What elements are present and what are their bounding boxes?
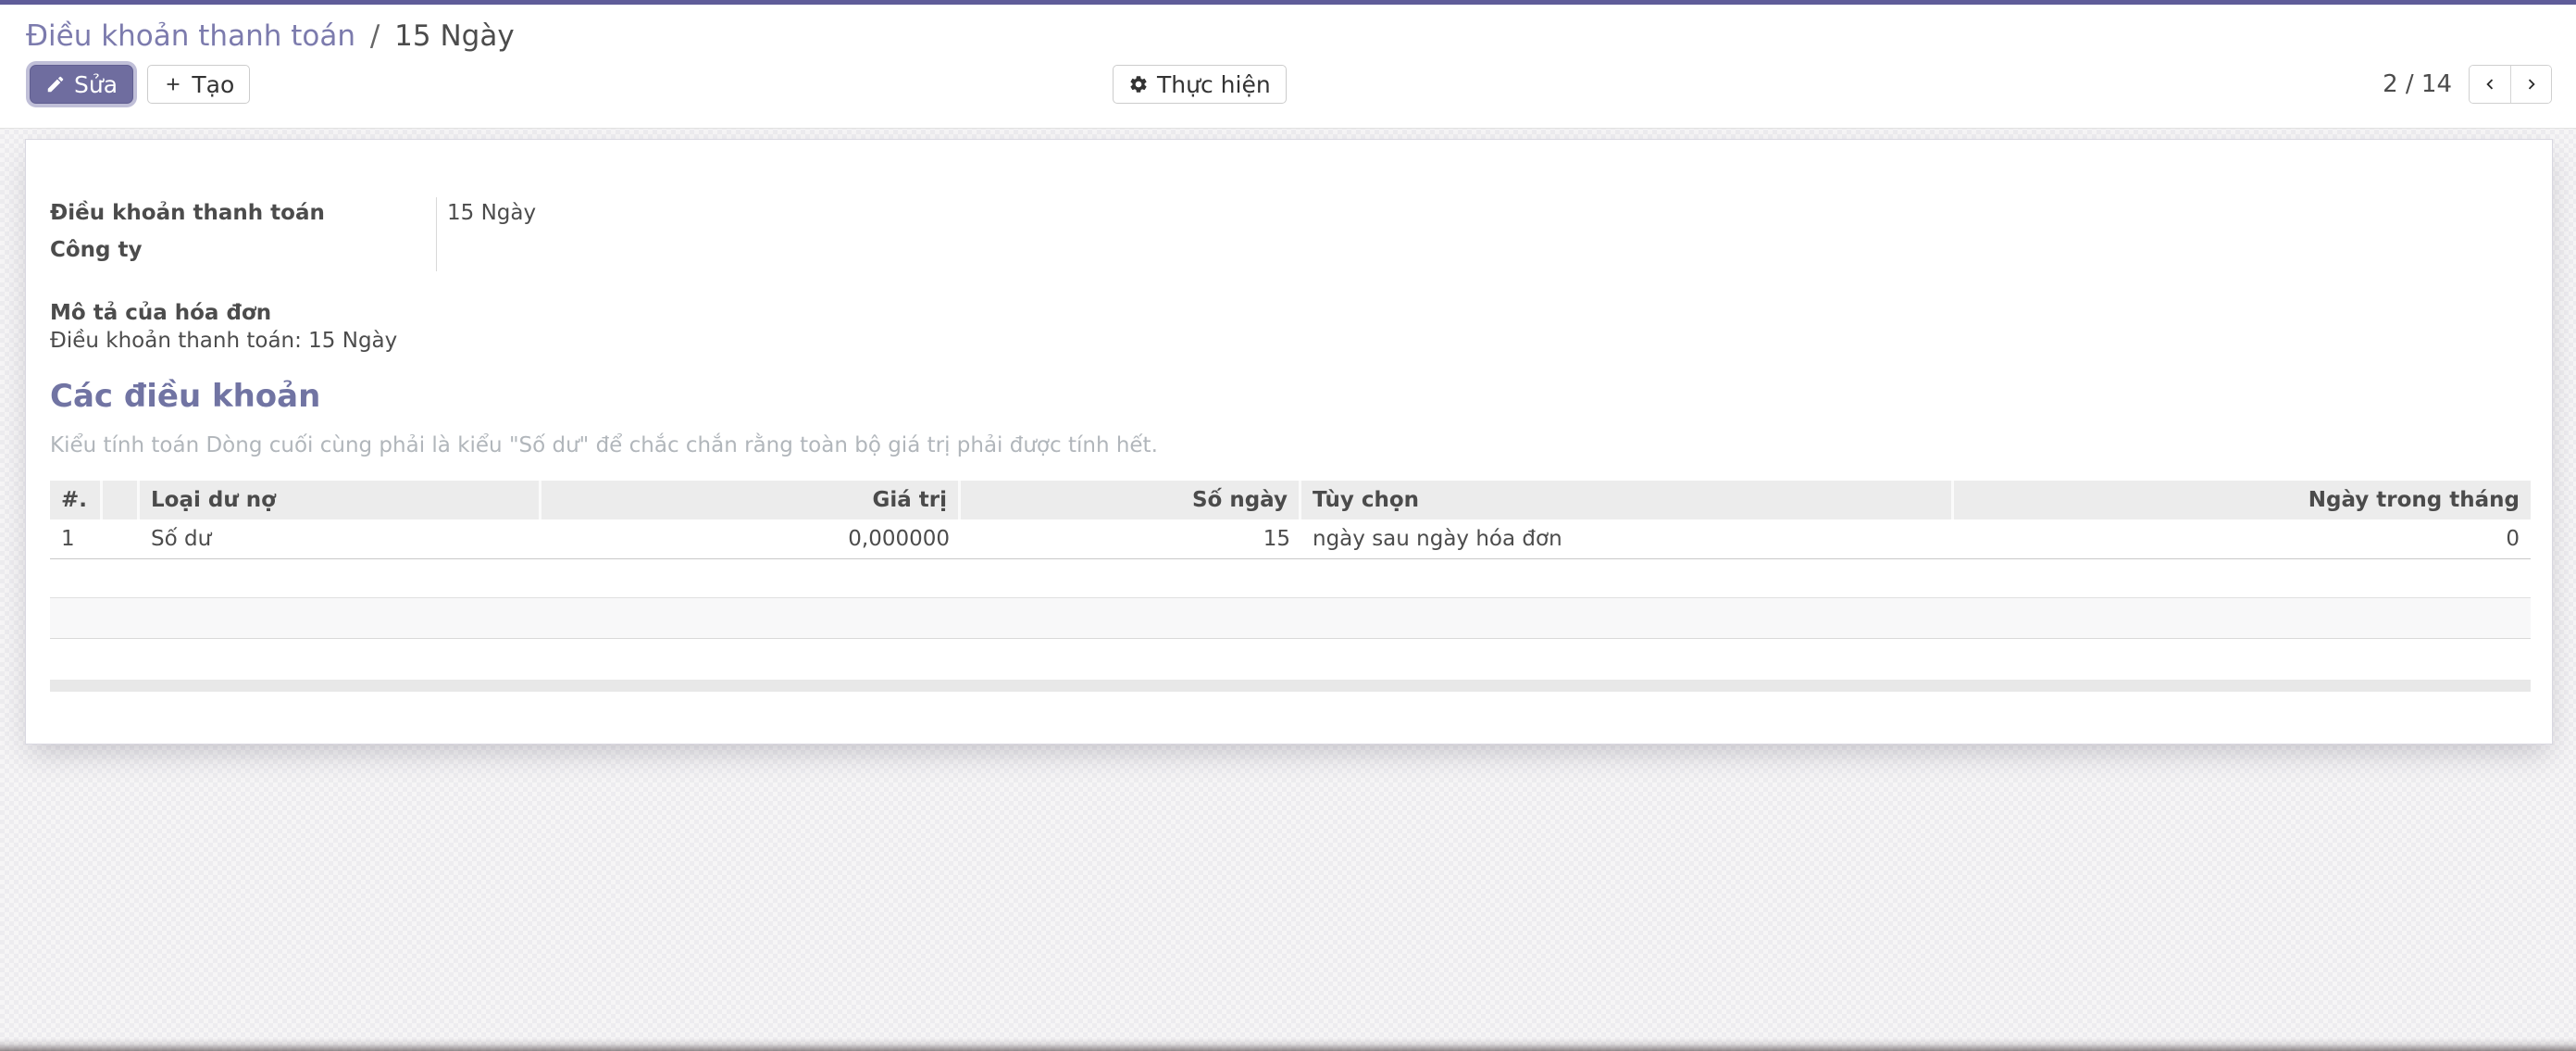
breadcrumb-link-payment-terms[interactable]: Điều khoản thanh toán	[26, 19, 355, 53]
invoice-description-block: Mô tả của hóa đơn Điều khoản thanh toán:…	[50, 299, 2529, 355]
field-group: Điều khoản thanh toán 15 Ngày Công ty	[50, 197, 2529, 271]
action-button[interactable]: Thực hiện	[1113, 65, 1287, 104]
pager-next-button[interactable]	[2510, 66, 2551, 103]
field-label-company: Công ty	[50, 234, 436, 271]
chevron-left-icon	[2480, 74, 2500, 94]
pager-prev-button[interactable]	[2470, 66, 2510, 103]
field-value-company	[436, 234, 1084, 271]
field-label-payment-terms: Điều khoản thanh toán	[50, 197, 436, 234]
bottom-edge-shade	[0, 1038, 2576, 1051]
pager-buttons	[2469, 65, 2552, 104]
field-value-payment-terms: 15 Ngày	[436, 197, 1084, 234]
cell-number: 1	[50, 519, 103, 559]
column-header-day-of-month[interactable]: Ngày trong tháng	[1954, 481, 2531, 519]
column-header-days[interactable]: Số ngày	[961, 481, 1301, 519]
form-sheet: Điều khoản thanh toán 15 Ngày Công ty Mô…	[25, 139, 2553, 744]
action-button-label: Thực hiện	[1157, 71, 1271, 98]
column-header-option[interactable]: Tùy chọn	[1301, 481, 1954, 519]
cell-debit-type: Số dư	[140, 519, 541, 559]
empty-row	[50, 639, 2531, 678]
table-row[interactable]: 1 Số dư 0,000000 15 ngày sau ngày hóa đơ…	[50, 519, 2531, 559]
edit-button[interactable]: Sửa	[30, 65, 133, 104]
cell-handle	[103, 519, 140, 559]
pager-value[interactable]: 2 / 14	[2383, 70, 2452, 98]
horizontal-scrollbar[interactable]	[50, 680, 2531, 692]
create-button-label: Tạo	[192, 71, 234, 98]
column-header-number[interactable]: #.	[50, 481, 103, 519]
section-title-terms: Các điều khoản	[50, 377, 2529, 416]
column-header-debit-type[interactable]: Loại dư nợ	[140, 481, 541, 519]
gear-icon	[1128, 74, 1149, 94]
invoice-description-value: Điều khoản thanh toán: 15 Ngày	[50, 327, 2529, 355]
create-button[interactable]: Tạo	[147, 65, 250, 104]
table-header-row: #. Loại dư nợ Giá trị Số ngày Tùy chọn N…	[50, 481, 2531, 519]
control-panel: Điều khoản thanh toán / 15 Ngày Sửa Tạo	[0, 5, 2576, 129]
page: Điều khoản thanh toán / 15 Ngày Sửa Tạo	[0, 0, 2576, 1051]
cell-day-of-month: 0	[1954, 519, 2531, 559]
terms-table: #. Loại dư nợ Giá trị Số ngày Tùy chọn N…	[50, 481, 2531, 678]
pager: 2 / 14	[2383, 65, 2552, 104]
cell-value: 0,000000	[541, 519, 961, 559]
cell-option: ngày sau ngày hóa đơn	[1301, 519, 1954, 559]
invoice-description-label: Mô tả của hóa đơn	[50, 299, 2529, 327]
chevron-right-icon	[2521, 74, 2542, 94]
breadcrumb: Điều khoản thanh toán / 15 Ngày	[26, 19, 2552, 54]
column-header-value[interactable]: Giá trị	[541, 481, 961, 519]
pencil-icon	[45, 74, 66, 94]
empty-row	[50, 559, 2531, 598]
button-toolbar: Sửa Tạo Thực hiện 2 / 14	[26, 65, 2552, 109]
cell-days: 15	[961, 519, 1301, 559]
breadcrumb-separator: /	[365, 19, 385, 53]
column-header-handle	[103, 481, 140, 519]
empty-striped-row	[50, 598, 2531, 639]
section-hint: Kiểu tính toán Dòng cuối cùng phải là ki…	[50, 432, 2529, 458]
edit-button-label: Sửa	[74, 71, 118, 98]
plus-icon	[163, 74, 183, 94]
breadcrumb-current: 15 Ngày	[394, 19, 515, 53]
